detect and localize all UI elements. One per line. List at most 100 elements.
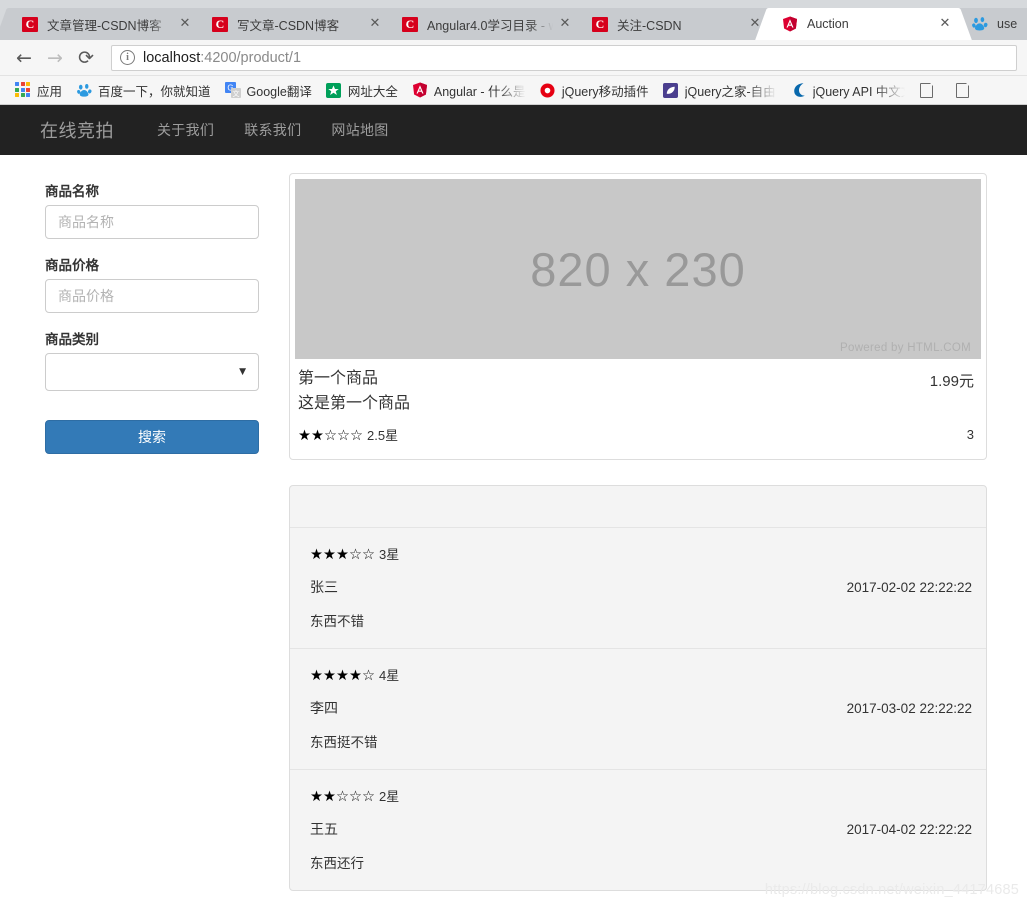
comment-user: 张三 <box>310 578 338 595</box>
bookmark-jquery-api[interactable]: jQuery API 中文文档 <box>784 79 912 101</box>
google-translate-icon-svg: G 文 <box>224 82 241 98</box>
chevron-down-icon: ▼ <box>239 367 246 377</box>
placeholder-dimensions: 820 x 230 <box>530 242 746 296</box>
search-sidebar: 商品名称 商品价格 商品类别 ▼ 搜索 <box>45 173 259 891</box>
site-info-icon[interactable]: i <box>120 50 135 65</box>
bookmark-label: jQuery移动插件 <box>561 84 649 99</box>
product-info-row: 第一个商品 这是第一个商品 1.99元 <box>298 367 974 417</box>
baidu-icon <box>972 16 988 32</box>
csdn-icon: C <box>212 16 228 32</box>
site-brand[interactable]: 在线竞拍 <box>40 117 114 143</box>
comment-date: 2017-04-02 22:22:22 <box>846 821 972 837</box>
bookmark-hao123[interactable]: 网址大全 <box>319 79 405 101</box>
page-content: 商品名称 商品价格 商品类别 ▼ 搜索 <box>0 155 1027 891</box>
field-group-price: 商品价格 <box>45 254 259 313</box>
field-group-category: 商品类别 ▼ <box>45 328 259 391</box>
browser-toolbar: ← → ⟳ i localhost:4200/product/1 <box>0 40 1027 76</box>
product-body: 第一个商品 这是第一个商品 1.99元 ★★☆☆☆ 2.5星 3 <box>290 359 986 459</box>
bookmark-label: jQuery API 中文文档 <box>812 84 905 99</box>
apps-grid-icon <box>15 82 31 98</box>
comments-card-header <box>290 486 986 528</box>
tab-title: Auction <box>807 17 849 31</box>
browser-tab-4[interactable]: C 关注-CSDN ✕ <box>578 8 769 40</box>
product-image-placeholder: 820 x 230 Powered by HTML.COM <box>295 179 981 359</box>
star-filled-icon: ★★ <box>310 788 336 805</box>
close-icon[interactable]: ✕ <box>937 16 953 32</box>
angular-icon <box>412 82 428 98</box>
product-card: 820 x 230 Powered by HTML.COM 第一个商品 这是第一… <box>289 173 987 460</box>
product-rating: ★★☆☆☆ 2.5星 <box>298 425 398 445</box>
comments-card: ★★★☆☆ 3星 张三 2017-02-02 22:22:22 东西不错 ★★★★… <box>289 484 987 891</box>
bookmark-label: jQuery之家-自由分享 <box>684 84 777 99</box>
comment-rating-label: 3星 <box>379 546 400 562</box>
address-bar[interactable]: i localhost:4200/product/1 <box>111 44 1017 71</box>
bookmark-label: Google翻译 <box>246 84 312 99</box>
tab-title: use <box>997 17 1018 31</box>
product-description: 这是第一个商品 <box>298 394 411 412</box>
csdn-icon: C <box>402 16 418 32</box>
csdn-icon: C <box>592 16 608 32</box>
comment-text: 东西挺不错 <box>310 734 378 750</box>
comment-user: 李四 <box>310 699 338 716</box>
url-host: localhost <box>143 49 201 66</box>
browser-tab-2[interactable]: C 写文章-CSDN博客 ✕ <box>198 8 389 40</box>
tab-title: 关注-CSDN <box>617 18 682 33</box>
nav-link-sitemap[interactable]: 网站地图 <box>316 120 403 140</box>
browser-tab-5-active[interactable]: Auction ✕ <box>768 8 959 40</box>
comment-rating-label: 2星 <box>379 788 400 804</box>
hao123-icon-svg <box>326 82 342 98</box>
product-price-input[interactable] <box>45 279 259 313</box>
back-icon[interactable]: ← <box>10 44 38 72</box>
reload-icon[interactable]: ⟳ <box>72 44 100 72</box>
nav-link-contact[interactable]: 联系我们 <box>229 120 316 140</box>
bookmark-label: 应用 <box>37 84 63 99</box>
bookmark-label: 百度一下，你就知道 <box>98 84 211 99</box>
product-title: 第一个商品 <box>298 370 379 387</box>
tab-title: Angular4.0学习目录 - we <box>427 18 557 33</box>
star-filled-icon: ★★ <box>298 427 324 444</box>
browser-tab-1[interactable]: C 文章管理-CSDN博客 ✕ <box>8 8 199 40</box>
baidu-icon-svg <box>972 17 988 31</box>
url-path: :4200/product/1 <box>200 49 302 66</box>
bookmark-jquery-home[interactable]: jQuery之家-自由分享 <box>656 79 784 101</box>
comment-rating: ★★★★☆ 4星 <box>310 665 972 685</box>
comment-meta: 王五 2017-04-02 22:22:22 <box>310 819 972 839</box>
page-viewport: 在线竞拍 关于我们 联系我们 网站地图 商品名称 商品价格 商品类别 <box>0 105 1027 905</box>
site-navbar: 在线竞拍 关于我们 联系我们 网站地图 <box>0 105 1027 155</box>
product-category-select[interactable]: ▼ <box>45 353 259 391</box>
search-button[interactable]: 搜索 <box>45 420 259 454</box>
product-name-input[interactable] <box>45 205 259 239</box>
bookmark-doc-1[interactable] <box>912 79 948 101</box>
main-column: 820 x 230 Powered by HTML.COM 第一个商品 这是第一… <box>259 173 987 891</box>
bookmark-jquery-mobile[interactable]: jQuery移动插件 <box>533 79 656 101</box>
comment-rating: ★★★☆☆ 3星 <box>310 544 972 564</box>
jquery-icon <box>791 82 807 98</box>
forward-icon[interactable]: → <box>41 44 69 72</box>
bookmarks-bar: 应用 百度一下，你就知道 G 文 Google翻译 网址大全 Angular -… <box>0 76 1027 105</box>
comment-meta: 张三 2017-02-02 22:22:22 <box>310 577 972 597</box>
nav-link-about[interactable]: 关于我们 <box>142 120 229 140</box>
star-filled-icon: ★★★★ <box>310 667 362 684</box>
bookmark-angular[interactable]: Angular - 什么是 An <box>405 79 533 101</box>
star-empty-icon: ☆ <box>362 667 375 684</box>
tab-strip: C 文章管理-CSDN博客 ✕ C 写文章-CSDN博客 ✕ C Angular… <box>0 0 1027 40</box>
comment-date: 2017-03-02 22:22:22 <box>846 700 972 716</box>
comment-item: ★★★★☆ 4星 李四 2017-03-02 22:22:22 东西挺不错 <box>290 649 986 770</box>
product-comment-count: 3 <box>966 427 974 443</box>
product-name-label: 商品名称 <box>45 184 99 199</box>
angular-icon-svg <box>783 16 797 32</box>
product-price-label: 商品价格 <box>45 258 99 273</box>
tab-title: 写文章-CSDN博客 <box>237 18 340 33</box>
purple-leaf-icon-svg <box>663 82 679 98</box>
browser-tab-3[interactable]: C Angular4.0学习目录 - we ✕ <box>388 8 579 40</box>
document-icon <box>955 82 971 98</box>
star-empty-icon: ☆☆ <box>349 546 375 563</box>
comment-meta: 李四 2017-03-02 22:22:22 <box>310 698 972 718</box>
angular-icon <box>782 16 798 32</box>
bookmark-apps[interactable]: 应用 <box>8 79 69 101</box>
svg-text:文: 文 <box>232 89 239 98</box>
bookmark-google-translate[interactable]: G 文 Google翻译 <box>218 79 319 101</box>
bookmark-baidu[interactable]: 百度一下，你就知道 <box>69 79 218 101</box>
document-icon <box>919 82 935 98</box>
bookmark-doc-2[interactable] <box>948 79 984 101</box>
